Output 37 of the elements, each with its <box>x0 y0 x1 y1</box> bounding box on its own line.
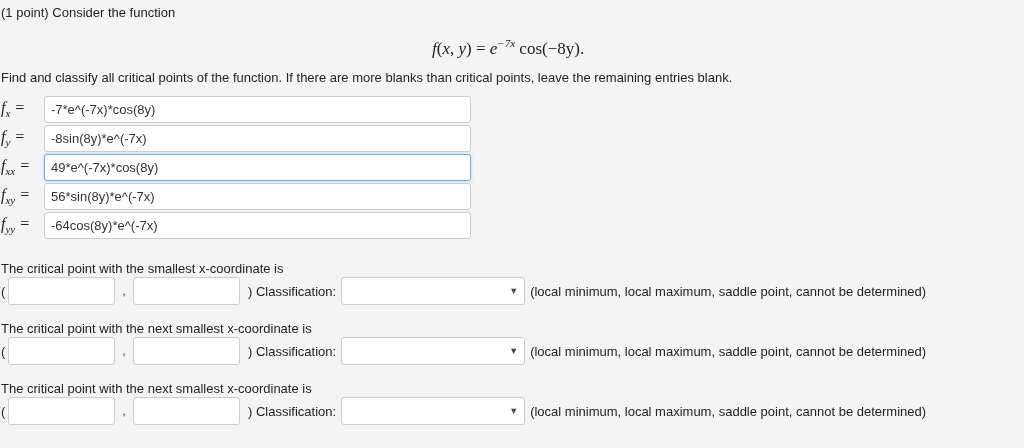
answer-field[interactable]: -7*e^(-7x)*cos(8y) <box>44 96 471 123</box>
question-prompt: The critical point with the next smallest x-coordinate is <box>1 381 313 397</box>
open-parenthesis: ( <box>1 283 7 299</box>
derivative-label: f$_{yy}$ = <box>1 215 31 236</box>
coordinate-field[interactable] <box>8 277 115 305</box>
answer-field[interactable]: -64cos(8y)*e^(-7x) <box>44 212 471 239</box>
function-formula: f(x, y) = e$^{−7x}$ cos(−8y). <box>431 36 586 60</box>
answer-field[interactable]: -8sin(8y)*e^(-7x) <box>44 125 471 152</box>
classification-label: ) Classification: <box>248 283 337 299</box>
answer-field[interactable]: 49*e^(-7x)*cos(8y) <box>44 154 471 181</box>
coordinate-field[interactable] <box>133 277 240 305</box>
derivative-label: f$_{x}$ = <box>1 99 27 120</box>
classification-dropdown[interactable]: ▼ <box>341 337 526 365</box>
question-header: (1 point) Consider the function <box>1 5 177 21</box>
classification-label: ) Classification: <box>248 403 337 419</box>
coordinate-field[interactable] <box>8 397 115 425</box>
answer-field[interactable]: 56*sin(8y)*e^(-7x) <box>44 183 471 210</box>
open-parenthesis: ( <box>1 343 7 359</box>
coordinate-field[interactable] <box>133 397 240 425</box>
question-prompt: The critical point with the next smallest x-coordinate is <box>1 321 313 337</box>
derivative-label: f$_{xx}$ = <box>1 157 31 178</box>
derivative-label: f$_{xy}$ = <box>1 186 31 207</box>
instructions-text: Find and classify all critical points of the function. If there are more blanks than critical points, leave the remaining entries blank. <box>1 70 734 86</box>
classification-dropdown[interactable]: ▼ <box>341 277 526 305</box>
classification-hint: (local minimum, local maximum, saddle point, cannot be determined) <box>530 343 927 359</box>
coordinate-field[interactable] <box>133 337 240 365</box>
comma-text: , <box>121 405 127 417</box>
comma-text: , <box>121 345 127 357</box>
classification-hint: (local minimum, local maximum, saddle point, cannot be determined) <box>530 283 927 299</box>
derivative-label: f$_{y}$ = <box>1 128 27 149</box>
question-prompt: The critical point with the smallest x-coordinate is <box>1 261 285 277</box>
classification-hint: (local minimum, local maximum, saddle point, cannot be determined) <box>530 403 927 419</box>
open-parenthesis: ( <box>1 403 7 419</box>
classification-label: ) Classification: <box>248 343 337 359</box>
classification-dropdown[interactable]: ▼ <box>341 397 526 425</box>
comma-text: , <box>121 285 127 297</box>
coordinate-field[interactable] <box>8 337 115 365</box>
